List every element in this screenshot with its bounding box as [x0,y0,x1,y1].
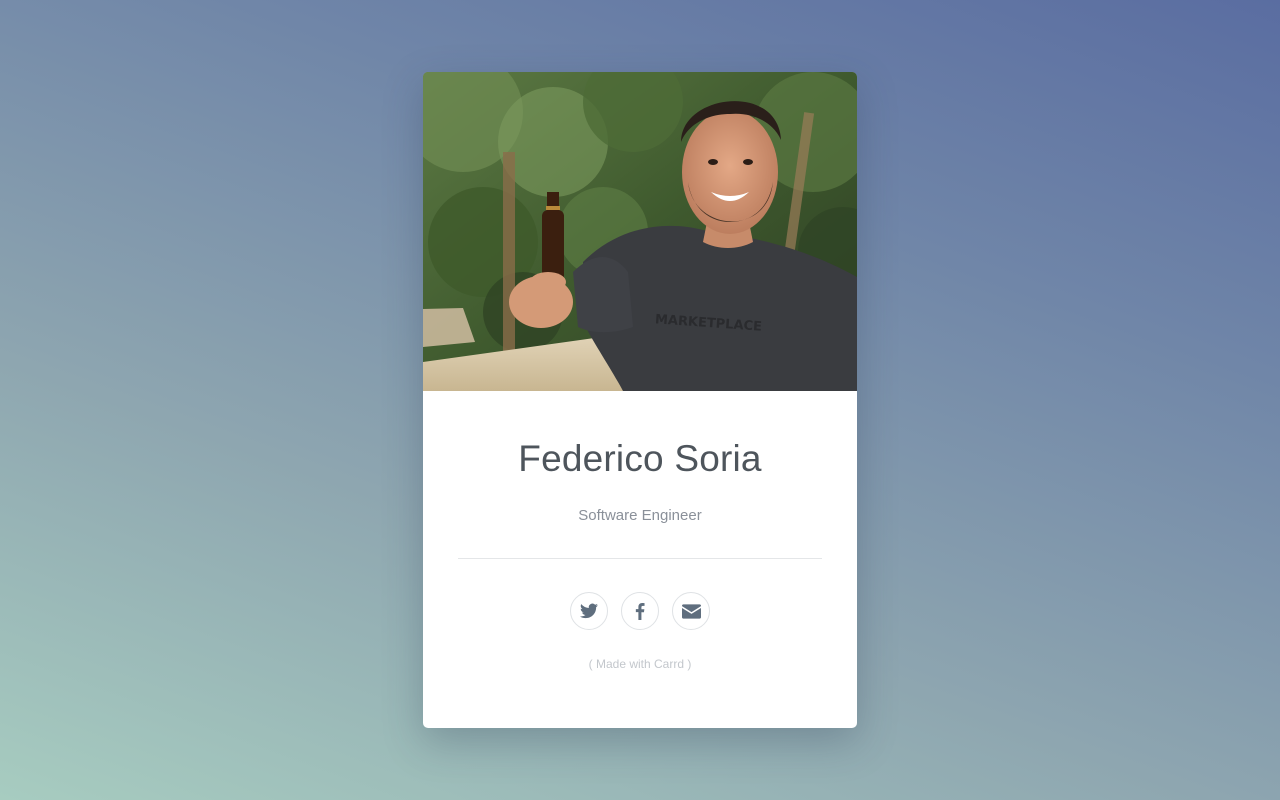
facebook-icon [635,602,645,620]
divider [458,558,822,559]
profile-role: Software Engineer [578,507,702,524]
social-links [423,592,857,630]
profile-photo: MARKETPLACE [423,72,857,391]
made-with-carrd-link[interactable]: ( Made with Carrd ) [423,657,857,671]
envelope-icon [681,603,701,619]
email-button[interactable] [672,592,710,630]
profile-card: MARKETPLACE Federico Soria Software Engi… [423,72,857,728]
twitter-button[interactable] [570,592,608,630]
profile-name: Federico Soria [518,438,762,479]
facebook-button[interactable] [621,592,659,630]
twitter-icon [580,603,598,619]
